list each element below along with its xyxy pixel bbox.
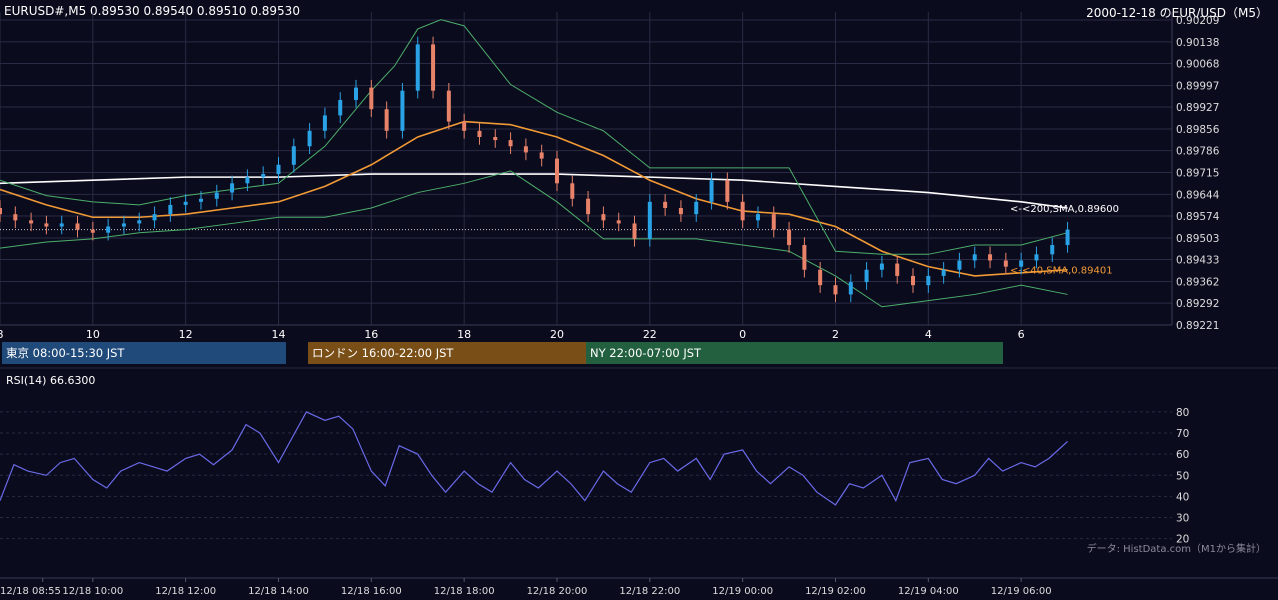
time-tick-label: 12/18 14:00: [248, 586, 309, 597]
time-tick-label: 12/19 06:00: [991, 586, 1052, 597]
rsi-y-tick-label: 30: [1176, 513, 1189, 525]
rsi-label: RSI(14) 66.6300: [6, 374, 96, 387]
time-tick-label: 12/19 04:00: [898, 586, 959, 597]
rsi-y-tick-label: 40: [1176, 491, 1189, 503]
rsi-y-tick-label: 50: [1176, 470, 1189, 482]
time-tick-label: 12/18 20:00: [527, 586, 588, 597]
data-credit: データ: HistData.com（M1から集計）: [1086, 544, 1266, 555]
time-tick-label: 12/18 16:00: [341, 586, 402, 597]
time-tick-label: 12/18 12:00: [155, 586, 216, 597]
time-tick-label: 12/19 02:00: [805, 586, 866, 597]
time-tick-label: 12/18 10:00: [62, 586, 123, 597]
time-tick-label: 12/19 00:00: [712, 586, 773, 597]
rsi-line: [0, 411, 1068, 506]
time-tick-label: 12/18 22:00: [619, 586, 680, 597]
rsi-y-tick-label: 70: [1176, 428, 1189, 440]
time-tick-label: 12/18 18:00: [434, 586, 495, 597]
rsi-chart: 8070605040302012/18 08:55 12/18 10:00 12/1…: [0, 367, 1278, 597]
rsi-y-tick-label: 80: [1176, 407, 1189, 419]
time-tick-label: 12/18 08:55: [0, 586, 61, 597]
rsi-y-tick-label: 60: [1176, 449, 1189, 461]
